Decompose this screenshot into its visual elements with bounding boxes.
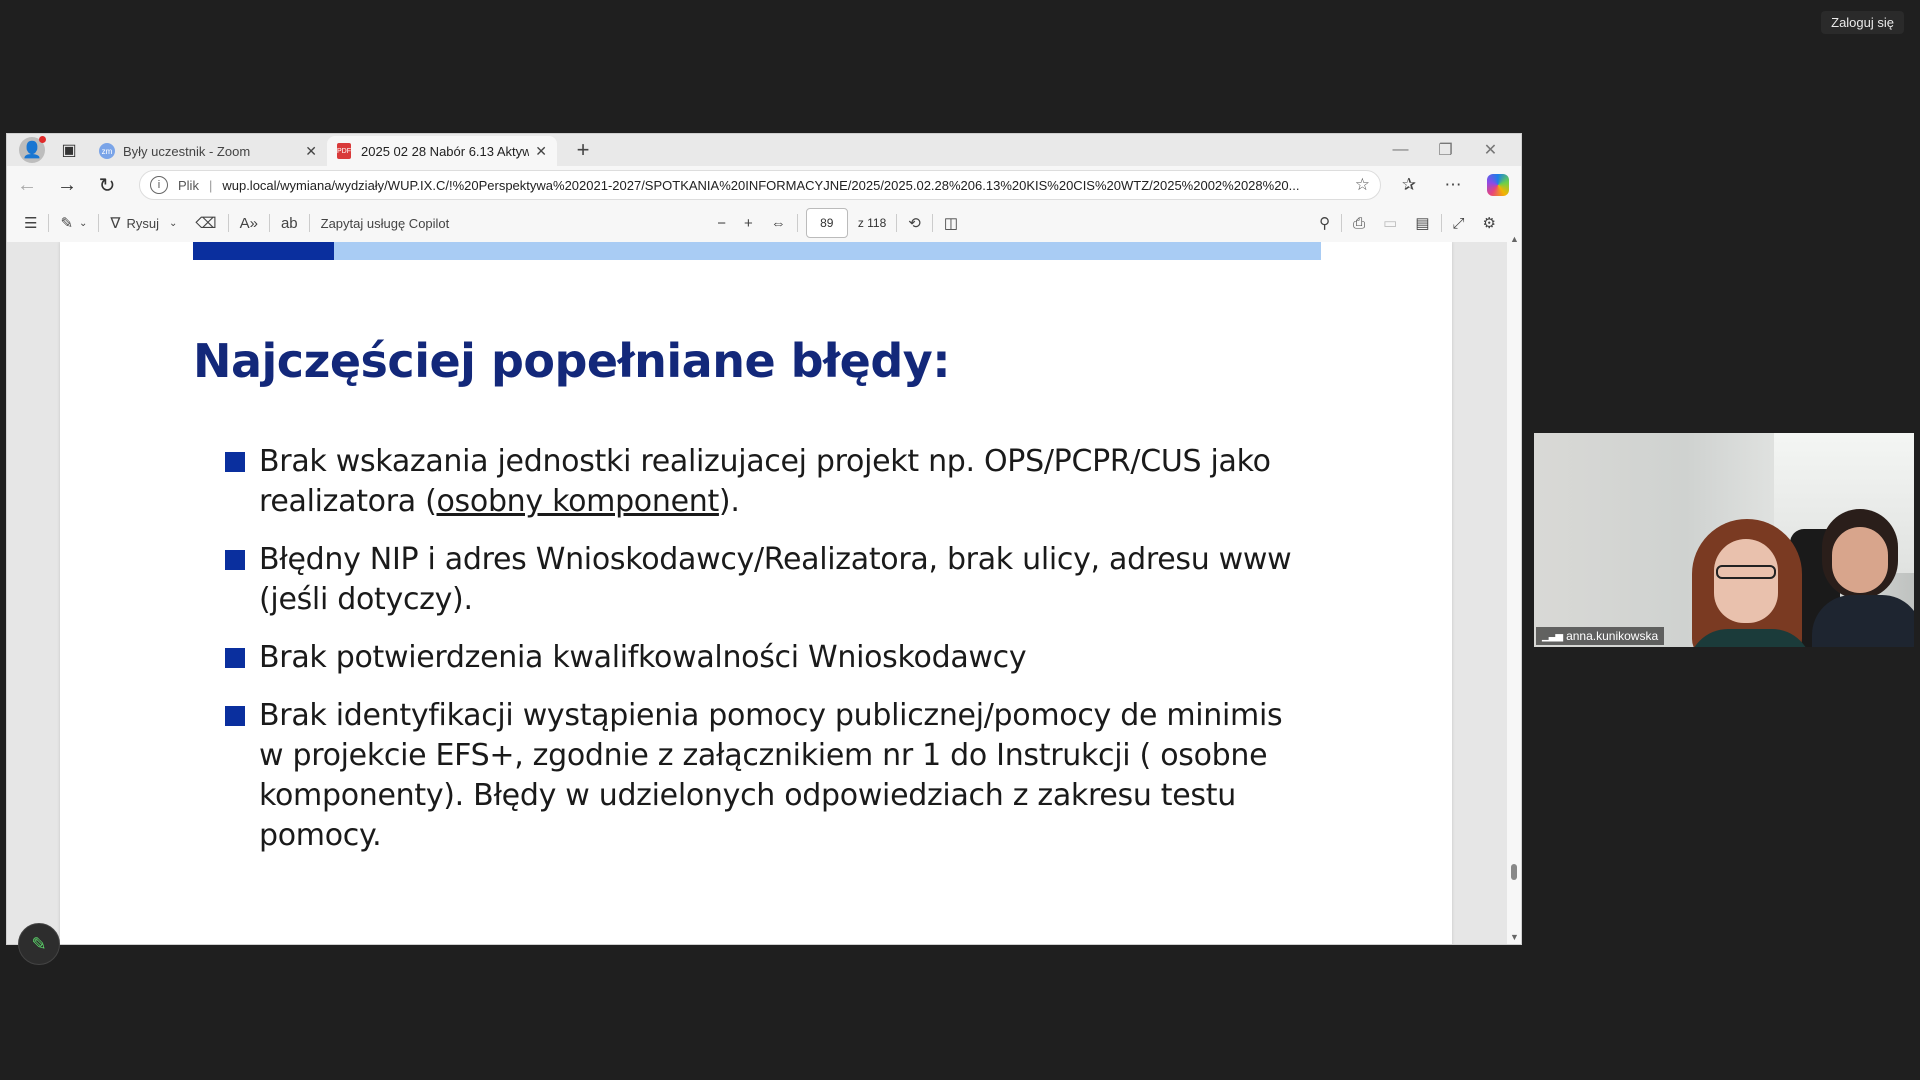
translate-icon[interactable]: ab	[272, 215, 307, 232]
highlight-icon[interactable]: ✎ ⌄	[51, 214, 96, 232]
list-item: Błędny NIP i adres Wnioskodawcy/Realizat…	[225, 540, 1305, 620]
divider	[308, 214, 310, 232]
settings-icon[interactable]: ⚙	[1474, 214, 1505, 232]
page-number-input[interactable]: 89	[805, 208, 848, 238]
address-bar-row: ← → ↻ i Plik | wup.local/wymiana/wydział…	[7, 166, 1521, 204]
close-window-icon[interactable]: ✕	[1468, 140, 1513, 160]
window-controls: — ❐ ✕	[1378, 134, 1513, 166]
participant-name-tag: ▁▃▅ anna.kunikowska	[1536, 627, 1665, 645]
draw-icon: ∇	[110, 215, 121, 232]
new-tab-button[interactable]: +	[569, 137, 597, 163]
bullet-text: ).	[718, 484, 740, 519]
divider	[1341, 214, 1343, 232]
bullet-square-icon	[225, 452, 245, 472]
tab-pdf[interactable]: PDF 2025 02 28 Nabór 6.13 Aktywna i ✕	[327, 136, 557, 166]
zoom-in-icon[interactable]: +	[735, 215, 762, 232]
copilot-icon[interactable]	[1487, 174, 1509, 196]
save-as-icon[interactable]: ▤	[1406, 214, 1438, 232]
divider	[896, 214, 898, 232]
list-item: Brak potwierdzenia kwalifkowalności Wnio…	[225, 638, 1305, 678]
scheme-label: Plik	[178, 177, 199, 193]
close-tab-icon[interactable]: ✕	[535, 143, 547, 160]
scroll-thumb[interactable]	[1511, 864, 1517, 880]
contents-icon[interactable]: ☰	[15, 214, 46, 232]
header-band-dark	[193, 242, 334, 260]
zoom-out-icon[interactable]: −	[708, 215, 735, 232]
bullet-text: Brak potwierdzenia kwalifkowalności Wnio…	[259, 640, 1027, 675]
bullet-link: osobny komponent	[436, 484, 720, 519]
divider	[796, 214, 798, 232]
list-item: Brak wskazania jednostki realizujacej pr…	[225, 442, 1305, 522]
divider	[931, 214, 933, 232]
rotate-icon[interactable]: ⟲	[899, 214, 930, 232]
minimize-icon[interactable]: —	[1378, 141, 1423, 159]
pdf-viewer[interactable]: Najczęściej popełniane błędy: Brak wskaz…	[7, 242, 1521, 944]
close-tab-icon[interactable]: ✕	[305, 143, 317, 160]
signal-bars-icon: ▁▃▅	[1542, 630, 1563, 642]
pdf-toolbar: ☰ ✎ ⌄ ∇ Rysuj ⌄ ⌫ A» ab Zapytaj usługę Cop…	[7, 204, 1521, 243]
back-icon[interactable]: ←	[7, 174, 47, 197]
participant-figure-1	[1688, 519, 1812, 647]
list-item: Brak identyfikacji wystąpienia pomocy pu…	[225, 696, 1305, 856]
divider	[1440, 214, 1442, 232]
favorites-icon[interactable]: ✰	[1387, 175, 1431, 195]
restore-icon[interactable]: ❐	[1423, 140, 1468, 160]
page-total: z 118	[857, 216, 887, 230]
divider: |	[208, 177, 213, 193]
search-icon[interactable]: ⚲	[1310, 214, 1339, 232]
divider	[48, 214, 50, 232]
header-band-light	[334, 242, 1321, 260]
annotation-pen-icon[interactable]: ✎	[18, 923, 60, 965]
read-aloud-icon[interactable]: A»	[231, 215, 267, 232]
bullet-text: Brak identyfikacji wystąpienia pomocy pu…	[259, 698, 1283, 853]
bullet-square-icon	[225, 648, 245, 668]
pdf-page: Najczęściej popełniane błędy: Brak wskaz…	[60, 242, 1452, 944]
scroll-up-icon[interactable]: ▲	[1510, 234, 1519, 244]
login-button[interactable]: Zaloguj się	[1821, 11, 1904, 34]
save-icon[interactable]: ▭	[1374, 214, 1406, 232]
tab-strip: 👤 ▣ zm Były uczestnik - Zoom ✕ PDF 2025 …	[7, 134, 1521, 166]
bullet-list: Brak wskazania jednostki realizujacej pr…	[225, 442, 1305, 874]
scroll-down-icon[interactable]: ▼	[1510, 932, 1519, 942]
fullscreen-icon[interactable]: ⤢	[1444, 215, 1474, 232]
divider	[268, 214, 270, 232]
draw-label: Rysuj	[126, 215, 159, 231]
info-icon[interactable]: i	[150, 176, 168, 194]
reload-icon[interactable]: ↻	[87, 173, 127, 198]
bullet-square-icon	[225, 550, 245, 570]
zoom-favicon-icon: zm	[99, 143, 115, 159]
participant-name: anna.kunikowska	[1566, 629, 1659, 643]
browser-window: 👤 ▣ zm Były uczestnik - Zoom ✕ PDF 2025 …	[6, 133, 1522, 945]
bullet-text: Brak wskazania jednostki realizujacej pr…	[259, 444, 1271, 519]
forward-icon[interactable]: →	[47, 174, 87, 197]
right-pdf-tools: ⚲ ⎙ ▭ ▤ ⤢ ⚙	[1310, 204, 1505, 242]
fit-width-icon[interactable]: ⇔	[762, 215, 795, 232]
tab-title: Były uczestnik - Zoom	[123, 143, 251, 159]
tab-title: 2025 02 28 Nabór 6.13 Aktywna i	[361, 143, 529, 159]
profile-icon[interactable]: 👤	[19, 136, 46, 163]
print-icon[interactable]: ⎙	[1344, 215, 1374, 232]
divider	[98, 214, 100, 232]
url-text[interactable]: wup.local/wymiana/wydziały/WUP.IX.C/!%20…	[222, 178, 1348, 193]
vertical-tabs-icon[interactable]: ▣	[55, 136, 83, 164]
favorite-star-icon[interactable]: ☆	[1355, 175, 1370, 195]
slide-title: Najczęściej popełniane błędy:	[193, 334, 951, 388]
bullet-square-icon	[225, 706, 245, 726]
vertical-scrollbar[interactable]: ▲ ▼	[1507, 234, 1521, 944]
video-tile[interactable]: ▁▃▅ anna.kunikowska	[1534, 433, 1914, 647]
page-view-icon[interactable]: ◫	[935, 214, 967, 232]
address-bar[interactable]: i Plik | wup.local/wymiana/wydziały/WUP.…	[139, 170, 1381, 200]
notification-dot	[39, 136, 46, 143]
ask-copilot-button[interactable]: Zapytaj usługę Copilot	[312, 216, 459, 231]
pdf-favicon-icon: PDF	[337, 143, 351, 159]
more-icon[interactable]: ⋯	[1431, 175, 1475, 195]
divider	[227, 214, 229, 232]
participant-figure-2	[1812, 509, 1914, 647]
tab-zoom[interactable]: zm Były uczestnik - Zoom ✕	[89, 136, 327, 166]
draw-button[interactable]: ∇ Rysuj ⌄	[101, 214, 186, 232]
bullet-text: Błędny NIP i adres Wnioskodawcy/Realizat…	[259, 542, 1292, 617]
eraser-icon[interactable]: ⌫	[186, 214, 225, 232]
